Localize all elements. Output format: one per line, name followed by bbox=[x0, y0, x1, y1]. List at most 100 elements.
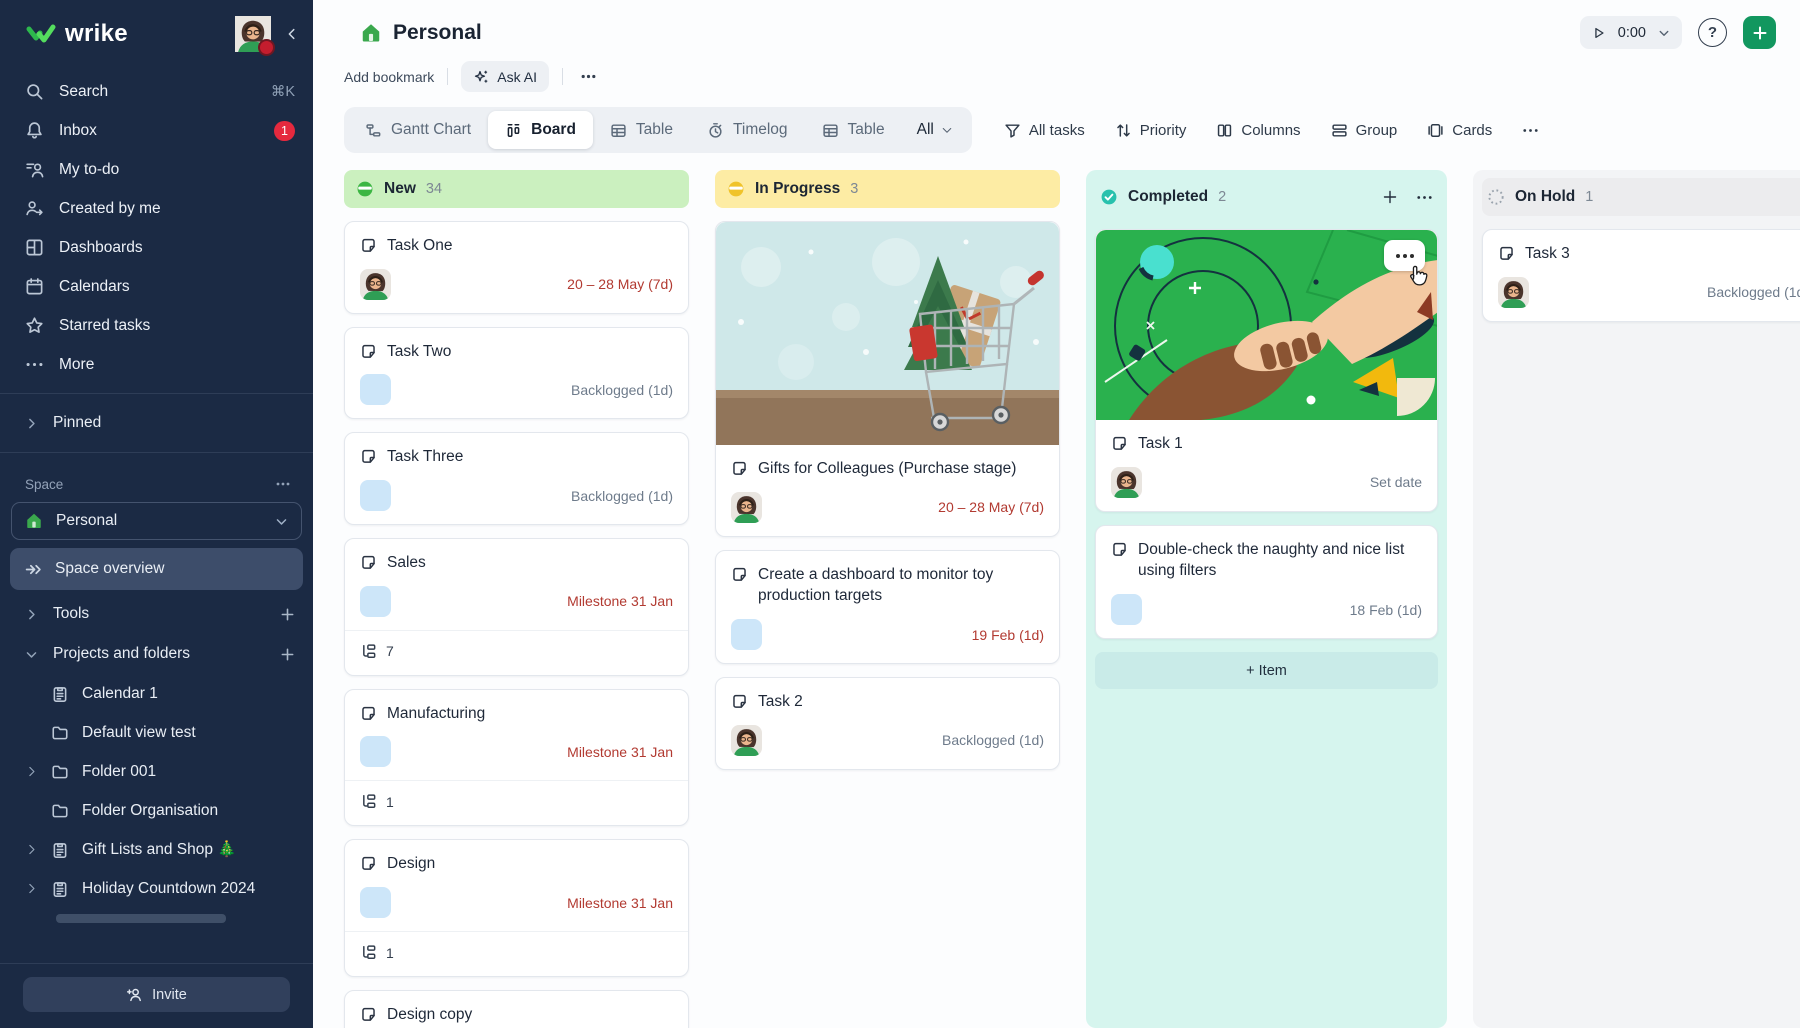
add-tool-icon[interactable] bbox=[280, 607, 295, 622]
card-date[interactable]: Backlogged (1d) bbox=[571, 382, 673, 398]
sidebar-item-space-overview[interactable]: Space overview bbox=[10, 548, 303, 590]
add-assignee-button[interactable]: undefined bbox=[360, 374, 391, 405]
card-date[interactable]: 19 Feb (1d) bbox=[972, 627, 1044, 643]
task-card-task-1[interactable]: Task 1Set date bbox=[1095, 229, 1438, 512]
filter-group[interactable]: Group bbox=[1331, 122, 1398, 139]
sidebar-item-folder-001[interactable]: Folder 001 bbox=[0, 752, 313, 791]
column-header-completed[interactable]: Completed2 bbox=[1095, 178, 1438, 216]
header-more-button[interactable] bbox=[576, 68, 601, 85]
sidebar-item-calendar-1[interactable]: Calendar 1 bbox=[0, 674, 313, 713]
sidebar-item-inbox[interactable]: Inbox1 bbox=[0, 111, 313, 150]
tab-table[interactable]: Table bbox=[805, 111, 902, 149]
task-card-double-check-the-naughty-and-nice-list-using-filters[interactable]: Double-check the naughty and nice list u… bbox=[1095, 525, 1438, 639]
filter-priority[interactable]: Priority bbox=[1115, 122, 1187, 139]
collapse-sidebar-icon[interactable] bbox=[285, 27, 299, 41]
card-cover-image bbox=[1096, 230, 1437, 420]
sidebar-item-more[interactable]: More bbox=[0, 345, 313, 384]
add-assignee-button[interactable]: undefined bbox=[360, 480, 391, 511]
filter-label: Columns bbox=[1241, 122, 1300, 139]
add-task-icon[interactable] bbox=[1382, 189, 1398, 205]
card-subitems[interactable]: 7 bbox=[345, 630, 688, 662]
card-date[interactable]: 20 – 28 May (7d) bbox=[567, 276, 673, 292]
invite-button[interactable]: Invite bbox=[23, 977, 290, 1012]
add-assignee-button[interactable]: undefined bbox=[360, 887, 391, 918]
help-button[interactable]: ? bbox=[1698, 18, 1727, 47]
sidebar-item-starred-tasks[interactable]: Starred tasks bbox=[0, 306, 313, 345]
card-date[interactable]: Backlogged (1d) bbox=[942, 732, 1044, 748]
task-card-design[interactable]: DesignundefinedMilestone 31 Jan1 bbox=[344, 839, 689, 977]
tab-gantt-chart[interactable]: Gantt Chart bbox=[348, 111, 488, 149]
card-subitems[interactable]: 1 bbox=[345, 931, 688, 963]
task-card-manufacturing[interactable]: ManufacturingundefinedMilestone 31 Jan1 bbox=[344, 689, 689, 827]
chevron-down-icon[interactable] bbox=[1658, 27, 1670, 39]
play-icon[interactable] bbox=[1592, 26, 1606, 40]
filter-columns[interactable]: Columns bbox=[1216, 122, 1300, 139]
task-card-task-three[interactable]: Task ThreeundefinedBacklogged (1d) bbox=[344, 432, 689, 525]
assignee-avatar[interactable] bbox=[360, 269, 391, 300]
task-card-task-2[interactable]: Task 2Backlogged (1d) bbox=[715, 677, 1060, 770]
sidebar-item-gift-lists-and-shop[interactable]: Gift Lists and Shop 🎄 bbox=[0, 830, 313, 869]
assignee-avatar[interactable] bbox=[1111, 467, 1142, 498]
add-assignee-button[interactable]: undefined bbox=[360, 736, 391, 767]
add-bookmark-button[interactable]: Add bookmark bbox=[344, 69, 434, 85]
sidebar-item-calendars[interactable]: Calendars bbox=[0, 267, 313, 306]
sidebar-item-folder-organisation[interactable]: Folder Organisation bbox=[0, 791, 313, 830]
sidebar-item-tools[interactable]: Tools bbox=[0, 594, 313, 634]
task-card-sales[interactable]: SalesundefinedMilestone 31 Jan7 bbox=[344, 538, 689, 676]
add-project-icon[interactable] bbox=[280, 647, 295, 662]
sidebar-item-created-by-me[interactable]: Created by me bbox=[0, 189, 313, 228]
wrike-logo[interactable]: wrike bbox=[26, 20, 128, 48]
task-card-create-a-dashboard-to-monitor-toy-production-targets[interactable]: Create a dashboard to monitor toy produc… bbox=[715, 550, 1060, 664]
column-header-new[interactable]: New34 bbox=[344, 170, 689, 208]
sidebar-item-dashboards[interactable]: Dashboards bbox=[0, 228, 313, 267]
add-assignee-button[interactable]: undefined bbox=[1111, 594, 1142, 625]
add-assignee-button[interactable]: undefined bbox=[360, 586, 391, 617]
tab-table[interactable]: Table bbox=[593, 111, 690, 149]
filter-more-button[interactable] bbox=[1522, 122, 1539, 139]
sidebar-item-projects-and-folders[interactable]: Projects and folders bbox=[0, 634, 313, 674]
card-date[interactable]: Backlogged (1d) bbox=[1707, 284, 1800, 300]
add-item-button[interactable]: + Item bbox=[1095, 652, 1438, 689]
sidebar-item-holiday-countdown-2024[interactable]: Holiday Countdown 2024 bbox=[0, 869, 313, 908]
sidebar-item-search[interactable]: Search⌘K bbox=[0, 72, 313, 111]
add-assignee-button[interactable]: undefined bbox=[731, 619, 762, 650]
space-menu-icon[interactable] bbox=[275, 476, 291, 492]
card-menu-button[interactable] bbox=[1384, 240, 1425, 271]
subitems-icon bbox=[360, 643, 377, 660]
ask-ai-button[interactable]: Ask AI bbox=[461, 61, 549, 92]
create-new-button[interactable] bbox=[1743, 16, 1776, 49]
column-header-on-hold[interactable]: On Hold1 bbox=[1482, 178, 1800, 216]
task-card-task-two[interactable]: Task TwoundefinedBacklogged (1d) bbox=[344, 327, 689, 420]
card-date[interactable]: Milestone 31 Jan bbox=[567, 744, 673, 760]
assignee-avatar[interactable] bbox=[1498, 277, 1529, 308]
tab-board[interactable]: Board bbox=[488, 111, 593, 149]
task-card-task-3[interactable]: Task 3Backlogged (1d) bbox=[1482, 229, 1800, 322]
space-selector[interactable]: Personal bbox=[11, 502, 302, 540]
sidebar-item-pinned[interactable]: Pinned bbox=[0, 403, 313, 443]
tab-timelog[interactable]: Timelog bbox=[690, 111, 805, 149]
view-tabs: Gantt ChartBoardTableTimelogTableAll bbox=[344, 107, 972, 153]
user-avatar[interactable] bbox=[235, 16, 271, 52]
sidebar-item-my-to-do[interactable]: My to-do bbox=[0, 150, 313, 189]
task-card-design-copy[interactable]: Design copy bbox=[344, 990, 689, 1028]
card-date[interactable]: 20 – 28 May (7d) bbox=[938, 499, 1044, 515]
views-all-dropdown[interactable]: All bbox=[902, 121, 968, 139]
divider bbox=[0, 393, 313, 394]
assignee-avatar[interactable] bbox=[731, 492, 762, 523]
card-date[interactable]: Milestone 31 Jan bbox=[567, 593, 673, 609]
sidebar-item-default-view-test[interactable]: Default view test bbox=[0, 713, 313, 752]
time-tracker[interactable]: 0:00 bbox=[1580, 16, 1682, 49]
task-card-task-one[interactable]: Task One20 – 28 May (7d) bbox=[344, 221, 689, 314]
card-date[interactable]: 18 Feb (1d) bbox=[1350, 602, 1422, 618]
card-date[interactable]: Milestone 31 Jan bbox=[567, 895, 673, 911]
column-menu-icon[interactable] bbox=[1416, 189, 1433, 206]
filter-cards[interactable]: Cards bbox=[1427, 122, 1492, 139]
card-date[interactable]: Set date bbox=[1370, 474, 1422, 490]
task-card-gifts-for-colleagues-purchase-stage[interactable]: Gifts for Colleagues (Purchase stage)20 … bbox=[715, 221, 1060, 537]
column-header-in-progress[interactable]: In Progress3 bbox=[715, 170, 1060, 208]
recording-dot bbox=[258, 39, 275, 56]
card-subitems[interactable]: 1 bbox=[345, 780, 688, 812]
filter-all-tasks[interactable]: All tasks bbox=[1004, 122, 1085, 139]
card-date[interactable]: Backlogged (1d) bbox=[571, 488, 673, 504]
assignee-avatar[interactable] bbox=[731, 725, 762, 756]
